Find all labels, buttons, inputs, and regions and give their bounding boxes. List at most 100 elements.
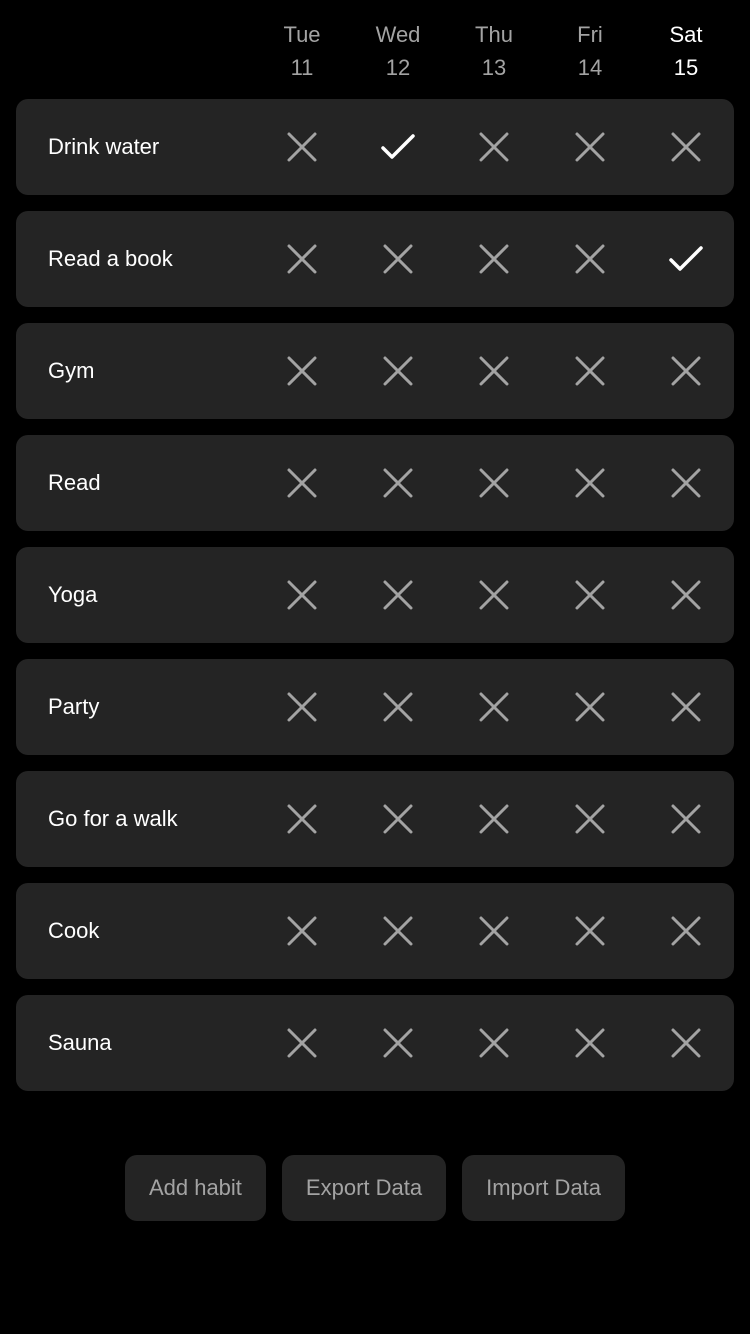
x-icon bbox=[287, 804, 317, 834]
x-icon bbox=[671, 132, 701, 162]
day-weekday: Wed bbox=[375, 22, 421, 47]
x-icon bbox=[287, 580, 317, 610]
x-icon bbox=[671, 468, 701, 498]
habit-day-toggle[interactable] bbox=[638, 211, 734, 307]
x-icon bbox=[479, 356, 509, 386]
habit-list: Drink water Read a book Gym Read Yoga Party Go… bbox=[16, 99, 734, 1107]
habit-day-toggle[interactable] bbox=[254, 995, 350, 1091]
x-icon bbox=[287, 468, 317, 498]
habit-name[interactable]: Gym bbox=[16, 358, 254, 384]
habit-day-toggle[interactable] bbox=[350, 211, 446, 307]
habit-day-toggle[interactable] bbox=[638, 435, 734, 531]
habit-day-toggle[interactable] bbox=[446, 435, 542, 531]
habit-row: Read bbox=[16, 435, 734, 531]
habit-day-cells bbox=[254, 323, 734, 419]
day-column-0: Tue 11 bbox=[254, 18, 350, 86]
habit-day-toggle[interactable] bbox=[446, 995, 542, 1091]
habit-row: Go for a walk bbox=[16, 771, 734, 867]
habit-day-cells bbox=[254, 435, 734, 531]
habit-day-toggle[interactable] bbox=[638, 323, 734, 419]
habit-name[interactable]: Go for a walk bbox=[16, 806, 254, 832]
habit-day-toggle[interactable] bbox=[638, 547, 734, 643]
habit-row: Cook bbox=[16, 883, 734, 979]
habit-day-toggle[interactable] bbox=[254, 435, 350, 531]
habit-day-toggle[interactable] bbox=[638, 99, 734, 195]
habit-day-toggle[interactable] bbox=[446, 883, 542, 979]
export-data-button[interactable]: Export Data bbox=[281, 1155, 447, 1221]
x-icon bbox=[575, 692, 605, 722]
check-icon bbox=[381, 134, 415, 159]
habit-name[interactable]: Party bbox=[16, 694, 254, 720]
import-data-button[interactable]: Import Data bbox=[462, 1155, 626, 1221]
habit-day-toggle[interactable] bbox=[542, 99, 638, 195]
habit-day-cells bbox=[254, 659, 734, 755]
habit-day-toggle[interactable] bbox=[542, 883, 638, 979]
x-icon bbox=[287, 244, 317, 274]
habit-day-toggle[interactable] bbox=[542, 771, 638, 867]
habit-row: Sauna bbox=[16, 995, 734, 1091]
habit-day-toggle[interactable] bbox=[638, 771, 734, 867]
x-icon bbox=[575, 132, 605, 162]
habit-row: Read a book bbox=[16, 211, 734, 307]
habit-day-toggle[interactable] bbox=[254, 883, 350, 979]
habit-day-toggle[interactable] bbox=[638, 659, 734, 755]
habit-day-toggle[interactable] bbox=[542, 435, 638, 531]
x-icon bbox=[383, 580, 413, 610]
habit-day-cells bbox=[254, 995, 734, 1091]
habit-day-toggle[interactable] bbox=[542, 995, 638, 1091]
day-column-4: Sat 15 bbox=[638, 18, 734, 86]
habit-day-toggle[interactable] bbox=[542, 547, 638, 643]
day-date: 12 bbox=[385, 55, 411, 80]
day-date: 13 bbox=[481, 55, 507, 80]
day-column-2: Thu 13 bbox=[446, 18, 542, 86]
x-icon bbox=[479, 804, 509, 834]
habit-day-toggle[interactable] bbox=[446, 659, 542, 755]
habit-day-toggle[interactable] bbox=[254, 211, 350, 307]
x-icon bbox=[479, 916, 509, 946]
habit-day-toggle[interactable] bbox=[638, 883, 734, 979]
habit-name[interactable]: Cook bbox=[16, 918, 254, 944]
habit-name[interactable]: Read a book bbox=[16, 246, 254, 272]
habit-day-toggle[interactable] bbox=[254, 771, 350, 867]
day-weekday: Fri bbox=[577, 22, 603, 47]
habit-day-toggle[interactable] bbox=[254, 547, 350, 643]
habit-day-toggle[interactable] bbox=[254, 659, 350, 755]
x-icon bbox=[479, 244, 509, 274]
habit-day-toggle[interactable] bbox=[350, 323, 446, 419]
habit-day-toggle[interactable] bbox=[542, 659, 638, 755]
habit-day-toggle[interactable] bbox=[542, 323, 638, 419]
x-icon bbox=[575, 244, 605, 274]
add-habit-button[interactable]: Add habit bbox=[124, 1155, 266, 1221]
habit-day-toggle[interactable] bbox=[350, 659, 446, 755]
habit-day-toggle[interactable] bbox=[542, 211, 638, 307]
habit-day-toggle[interactable] bbox=[638, 995, 734, 1091]
habit-day-toggle[interactable] bbox=[350, 547, 446, 643]
habit-name[interactable]: Sauna bbox=[16, 1030, 254, 1056]
habit-day-toggle[interactable] bbox=[446, 547, 542, 643]
habit-day-toggle[interactable] bbox=[350, 435, 446, 531]
day-date: 14 bbox=[577, 55, 603, 80]
x-icon bbox=[575, 580, 605, 610]
habit-day-toggle[interactable] bbox=[350, 995, 446, 1091]
x-icon bbox=[383, 916, 413, 946]
habit-day-toggle[interactable] bbox=[350, 99, 446, 195]
x-icon bbox=[479, 692, 509, 722]
x-icon bbox=[383, 244, 413, 274]
habit-day-toggle[interactable] bbox=[446, 99, 542, 195]
x-icon bbox=[671, 916, 701, 946]
habit-name[interactable]: Read bbox=[16, 470, 254, 496]
habit-day-cells bbox=[254, 883, 734, 979]
habit-day-toggle[interactable] bbox=[350, 883, 446, 979]
habit-day-toggle[interactable] bbox=[254, 323, 350, 419]
check-icon bbox=[669, 246, 703, 271]
x-icon bbox=[383, 356, 413, 386]
habit-day-toggle[interactable] bbox=[446, 211, 542, 307]
habit-day-toggle[interactable] bbox=[350, 771, 446, 867]
habit-day-toggle[interactable] bbox=[446, 771, 542, 867]
habit-name[interactable]: Yoga bbox=[16, 582, 254, 608]
day-date: 11 bbox=[290, 55, 314, 80]
habit-day-toggle[interactable] bbox=[446, 323, 542, 419]
x-icon bbox=[671, 580, 701, 610]
habit-name[interactable]: Drink water bbox=[16, 134, 254, 160]
habit-day-toggle[interactable] bbox=[254, 99, 350, 195]
